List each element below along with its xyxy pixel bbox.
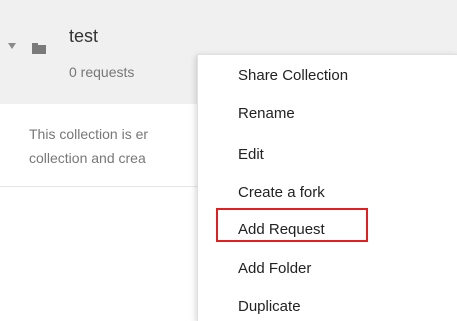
collection-name[interactable]: test: [69, 26, 98, 47]
menu-item-share-collection[interactable]: Share Collection: [238, 67, 348, 84]
context-menu: Share Collection Rename Edit Create a fo…: [197, 54, 457, 321]
menu-item-edit[interactable]: Edit: [238, 146, 264, 163]
menu-item-duplicate[interactable]: Duplicate: [238, 298, 301, 315]
highlight-box: [216, 208, 368, 242]
folder-icon: [32, 43, 46, 54]
request-count: 0 requests: [69, 64, 135, 80]
caret-down-icon[interactable]: [8, 43, 16, 49]
menu-item-add-folder[interactable]: Add Folder: [238, 260, 311, 277]
menu-item-rename[interactable]: Rename: [238, 105, 295, 122]
menu-item-create-fork[interactable]: Create a fork: [238, 184, 325, 201]
